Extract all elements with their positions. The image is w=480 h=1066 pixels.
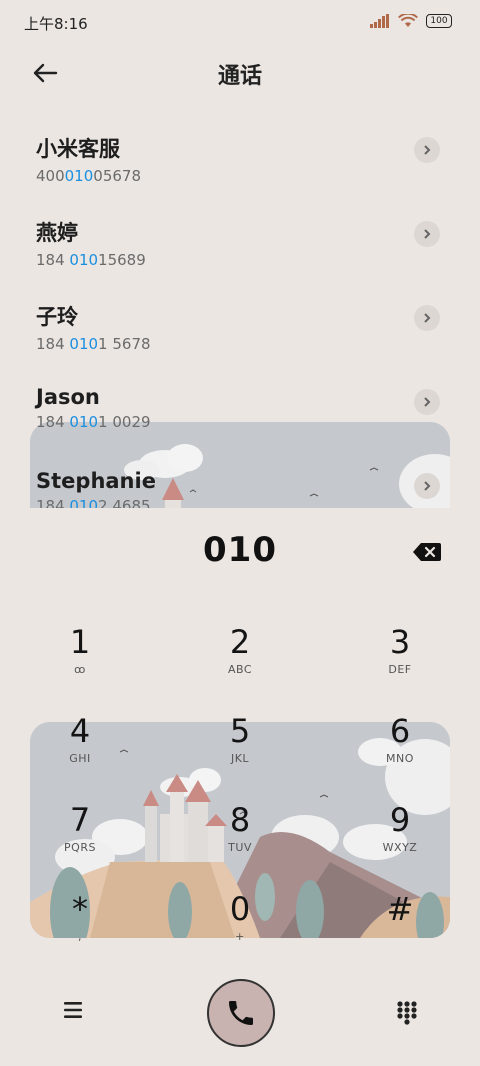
contact-name: 子玲 — [36, 305, 78, 329]
header: 通话 — [0, 44, 480, 102]
chevron-right-icon — [424, 397, 431, 407]
contact-detail-button[interactable] — [414, 389, 440, 415]
key-7[interactable]: 7 PQRS — [15, 800, 145, 876]
chevron-right-icon — [424, 313, 431, 323]
contact-number: 184 0101 0029 — [36, 413, 151, 431]
contact-item[interactable]: 燕婷 184 01015689 — [36, 217, 446, 287]
signal-icon — [370, 14, 389, 28]
contact-detail-button[interactable] — [414, 137, 440, 163]
status-time: 上午8:16 — [24, 15, 88, 33]
contact-item[interactable]: 子玲 184 0101 5678 — [36, 301, 446, 371]
voicemail-icon: ꝏ — [74, 663, 86, 676]
key-star[interactable]: *, — [15, 889, 145, 965]
contact-item[interactable]: Jason 184 0101 0029 — [36, 385, 446, 455]
backspace-icon[interactable] — [412, 541, 442, 563]
contact-detail-button[interactable] — [414, 305, 440, 331]
key-9[interactable]: 9 WXYZ — [335, 800, 465, 876]
status-icons: 100 — [370, 14, 452, 28]
contact-item[interactable]: Stephanie 184 0102 4685 — [36, 469, 446, 508]
battery-indicator: 100 — [426, 14, 452, 28]
key-6[interactable]: 6 MNO — [335, 711, 465, 787]
contact-number: 40001005678 — [36, 167, 141, 185]
key-0[interactable]: 0 + — [175, 889, 305, 965]
contact-number: 184 0101 5678 — [36, 335, 151, 353]
status-bar: 上午8:16 100 — [0, 0, 480, 44]
keypad-grid-icon[interactable] — [396, 1000, 418, 1026]
key-1[interactable]: 1ꝏ — [15, 622, 145, 698]
contact-number: 184 0102 4685 — [36, 497, 151, 508]
contact-name: 燕婷 — [36, 221, 78, 245]
key-4[interactable]: 4 GHI — [15, 711, 145, 787]
phone-icon — [229, 1001, 253, 1025]
contact-detail-button[interactable] — [414, 473, 440, 499]
hamburger-menu-icon[interactable] — [62, 999, 84, 1021]
page-title: 通话 — [217, 64, 262, 89]
key-5[interactable]: 5 JKL — [175, 711, 305, 787]
chevron-right-icon — [424, 145, 431, 155]
call-button[interactable] — [207, 979, 275, 1047]
chevron-right-icon — [424, 229, 431, 239]
key-8[interactable]: 8 TUV — [175, 800, 305, 876]
key-3[interactable]: 3 DEF — [335, 622, 465, 698]
contact-name: Jason — [36, 385, 100, 409]
contact-name: 小米客服 — [36, 137, 120, 161]
dialed-number: 010 — [203, 530, 277, 570]
contact-number: 184 01015689 — [36, 251, 146, 269]
contact-item[interactable]: 小米客服 40001005678 — [36, 133, 446, 203]
key-2[interactable]: 2 ABC — [175, 622, 305, 698]
contact-detail-button[interactable] — [414, 221, 440, 247]
key-hash[interactable]: # — [335, 889, 465, 965]
contact-name: Stephanie — [36, 469, 156, 493]
chevron-right-icon — [424, 481, 431, 491]
wifi-icon — [398, 14, 418, 27]
